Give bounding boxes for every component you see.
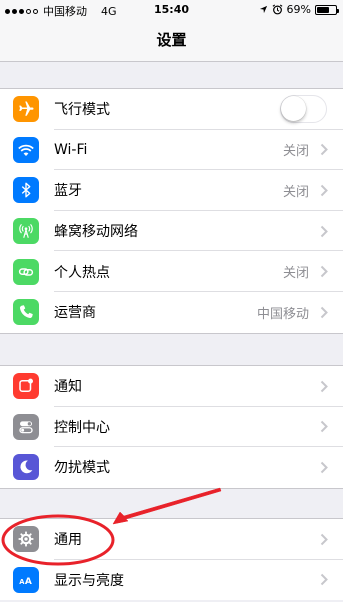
chevron-right-icon — [320, 144, 328, 156]
row-label: 蜂窝移动网络 — [54, 224, 138, 241]
phone-icon — [13, 299, 39, 326]
notifications-group: 通知 控制中心 勿扰模式 — [0, 365, 343, 489]
navigation-bar: 设置 — [0, 20, 343, 62]
status-bar: 中国移动 4G 15:40 69% — [0, 0, 343, 20]
row-label: 控制中心 — [54, 419, 110, 436]
general-group: 通用 AA 显示与亮度 — [0, 518, 343, 601]
row-value: 关闭 — [282, 144, 309, 160]
battery-percent: 69% — [286, 3, 311, 16]
battery-icon — [315, 4, 339, 15]
connectivity-group: 飞行模式 Wi-Fi 关闭 蓝牙 关闭 蜂窝移动网络 个人热点 关闭 运营商 中… — [0, 88, 343, 334]
row-value: 关闭 — [282, 266, 309, 282]
settings-row-display-brightness[interactable]: AA 显示与亮度 — [0, 560, 343, 601]
chevron-right-icon — [320, 533, 328, 546]
bluetooth-icon — [13, 177, 39, 204]
row-value: 中国移动 — [256, 306, 309, 322]
row-label: 通知 — [54, 379, 82, 396]
location-icon — [259, 5, 267, 14]
gear-icon — [13, 526, 39, 553]
alarm-icon — [272, 4, 282, 15]
notifications-icon — [13, 373, 39, 400]
settings-row-do-not-disturb[interactable]: 勿扰模式 — [0, 447, 343, 488]
row-label: 通用 — [54, 532, 82, 549]
airplane-mode-toggle[interactable] — [280, 95, 327, 124]
row-label: 勿扰模式 — [54, 460, 110, 477]
settings-row-cellular[interactable]: 蜂窝移动网络 — [0, 211, 343, 252]
settings-row-control-center[interactable]: 控制中心 — [0, 407, 343, 448]
chevron-right-icon — [320, 306, 328, 318]
row-label: 飞行模式 — [54, 102, 110, 119]
row-value: 关闭 — [282, 184, 309, 200]
settings-row-bluetooth[interactable]: 蓝牙 关闭 — [0, 170, 343, 211]
chevron-right-icon — [320, 225, 328, 237]
row-label: Wi-Fi — [54, 141, 88, 158]
settings-row-airplane-mode[interactable]: 飞行模式 — [0, 89, 343, 130]
settings-row-general[interactable]: 通用 — [0, 519, 343, 560]
chevron-right-icon — [320, 184, 328, 197]
svg-text:A: A — [25, 577, 32, 587]
cellular-icon — [13, 218, 39, 245]
settings-row-wifi[interactable]: Wi-Fi 关闭 — [0, 130, 343, 171]
row-label: 显示与亮度 — [54, 572, 124, 589]
chevron-right-icon — [320, 461, 328, 474]
settings-row-notifications[interactable]: 通知 — [0, 366, 343, 407]
display-icon: AA — [13, 566, 39, 593]
moon-icon — [13, 454, 39, 481]
chevron-right-icon — [320, 421, 328, 433]
row-label: 个人热点 — [54, 264, 110, 281]
row-label: 运营商 — [54, 305, 96, 322]
status-right: 69% — [259, 3, 339, 16]
page-title: 设置 — [156, 31, 187, 49]
control-center-icon — [13, 413, 39, 440]
chevron-right-icon — [320, 380, 328, 393]
wifi-icon — [13, 136, 39, 163]
settings-row-carrier[interactable]: 运营商 中国移动 — [0, 292, 343, 333]
hotspot-icon — [13, 258, 39, 285]
row-label: 蓝牙 — [54, 183, 82, 200]
airplane-icon — [13, 96, 39, 123]
chevron-right-icon — [320, 265, 328, 278]
settings-row-personal-hotspot[interactable]: 个人热点 关闭 — [0, 251, 343, 292]
chevron-right-icon — [320, 574, 328, 586]
